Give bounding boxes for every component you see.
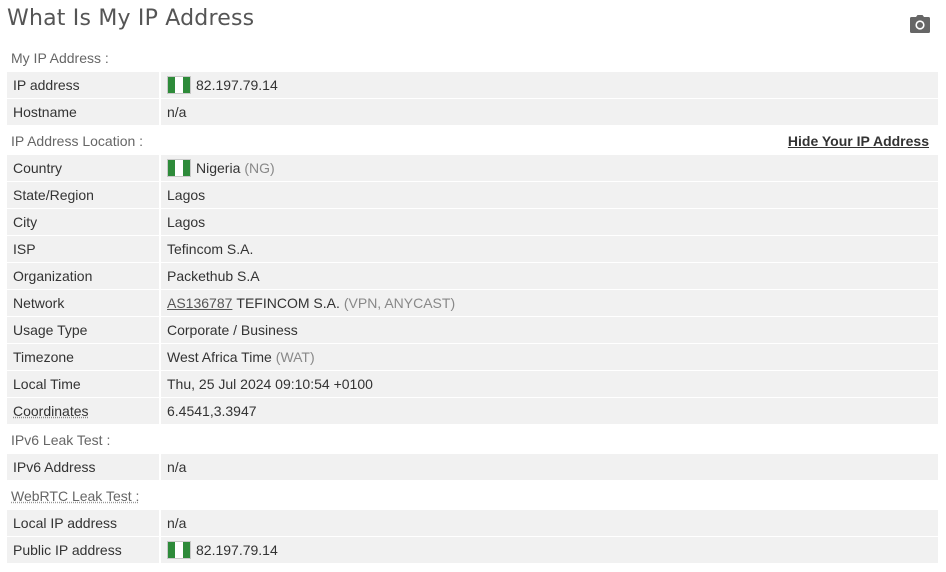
my-ip-section-heading: My IP Address : (0, 45, 940, 71)
network-row: Network AS136787 TEFINCOM S.A. (VPN, ANY… (7, 290, 938, 316)
country-value-cell: Nigeria (NG) (161, 155, 938, 181)
timezone-label: Timezone (7, 344, 159, 370)
coordinates-value: 6.4541,3.3947 (161, 398, 938, 424)
timezone-value-cell: West Africa Time (WAT) (161, 344, 938, 370)
state-value: Lagos (161, 182, 938, 208)
organization-label: Organization (7, 263, 159, 289)
hide-ip-link[interactable]: Hide Your IP Address (788, 128, 929, 154)
coordinates-row: Coordinates 6.4541,3.3947 (7, 398, 938, 424)
country-code: (NG) (244, 160, 275, 176)
timezone-row: Timezone West Africa Time (WAT) (7, 344, 938, 370)
usage-type-value: Corporate / Business (161, 317, 938, 343)
local-time-label: Local Time (7, 371, 159, 397)
webrtc-heading-text[interactable]: WebRTC Leak Test : (11, 488, 139, 504)
organization-value: Packethub S.A (161, 263, 938, 289)
ip-address-value-cell: 82.197.79.14 (161, 72, 938, 98)
country-label: Country (7, 155, 159, 181)
ip-address-label: IP address (7, 72, 159, 98)
coordinates-label-cell: Coordinates (7, 398, 159, 424)
usage-type-row: Usage Type Corporate / Business (7, 317, 938, 343)
city-row: City Lagos (7, 209, 938, 235)
nigeria-flag-icon (167, 541, 191, 559)
isp-row: ISP Tefincom S.A. (7, 236, 938, 262)
usage-type-label: Usage Type (7, 317, 159, 343)
local-ip-label: Local IP address (7, 510, 159, 536)
ipv6-address-row: IPv6 Address n/a (7, 454, 938, 480)
public-ip-value: 82.197.79.14 (196, 542, 278, 558)
ipv6-address-value: n/a (161, 454, 938, 480)
ip-address-row: IP address 82.197.79.14 (7, 72, 938, 98)
location-heading-text: IP Address Location : (11, 133, 144, 149)
local-time-value: Thu, 25 Jul 2024 09:10:54 +0100 (161, 371, 938, 397)
network-name: TEFINCOM S.A. (236, 295, 340, 311)
city-value: Lagos (161, 209, 938, 235)
webrtc-section-heading: WebRTC Leak Test : (0, 483, 940, 509)
local-ip-row: Local IP address n/a (7, 510, 938, 536)
public-ip-row: Public IP address 82.197.79.14 (7, 537, 938, 563)
network-label: Network (7, 290, 159, 316)
ipv6-section-heading: IPv6 Leak Test : (0, 427, 940, 453)
organization-row: Organization Packethub S.A (7, 263, 938, 289)
local-time-row: Local Time Thu, 25 Jul 2024 09:10:54 +01… (7, 371, 938, 397)
network-type: (VPN, ANYCAST) (343, 295, 456, 311)
nigeria-flag-icon (167, 159, 191, 177)
state-label: State/Region (7, 182, 159, 208)
hostname-label: Hostname (7, 99, 159, 125)
country-row: Country Nigeria (NG) (7, 155, 938, 181)
public-ip-label: Public IP address (7, 537, 159, 563)
state-row: State/Region Lagos (7, 182, 938, 208)
network-value-cell: AS136787 TEFINCOM S.A. (VPN, ANYCAST) (161, 290, 938, 316)
timezone-value: West Africa Time (167, 349, 272, 365)
hostname-value: n/a (161, 99, 938, 125)
ipv6-heading-text: IPv6 Leak Test : (11, 432, 111, 448)
ipv6-address-label: IPv6 Address (7, 454, 159, 480)
isp-value: Tefincom S.A. (161, 236, 938, 262)
isp-label: ISP (7, 236, 159, 262)
timezone-abbr: (WAT) (275, 349, 315, 365)
public-ip-value-cell: 82.197.79.14 (161, 537, 938, 563)
city-label: City (7, 209, 159, 235)
ip-address-value: 82.197.79.14 (196, 77, 278, 93)
location-section-heading: IP Address Location : Hide Your IP Addre… (0, 128, 940, 154)
coordinates-label[interactable]: Coordinates (13, 403, 89, 419)
my-ip-heading-text: My IP Address : (11, 50, 109, 66)
local-ip-value: n/a (161, 510, 938, 536)
network-asn-link[interactable]: AS136787 (167, 290, 232, 316)
country-value: Nigeria (196, 160, 241, 176)
camera-icon[interactable] (909, 14, 931, 34)
hostname-row: Hostname n/a (7, 99, 938, 125)
nigeria-flag-icon (167, 76, 191, 94)
ip-info-page: What Is My IP Address My IP Address : IP… (0, 0, 946, 572)
page-title: What Is My IP Address (7, 6, 255, 31)
